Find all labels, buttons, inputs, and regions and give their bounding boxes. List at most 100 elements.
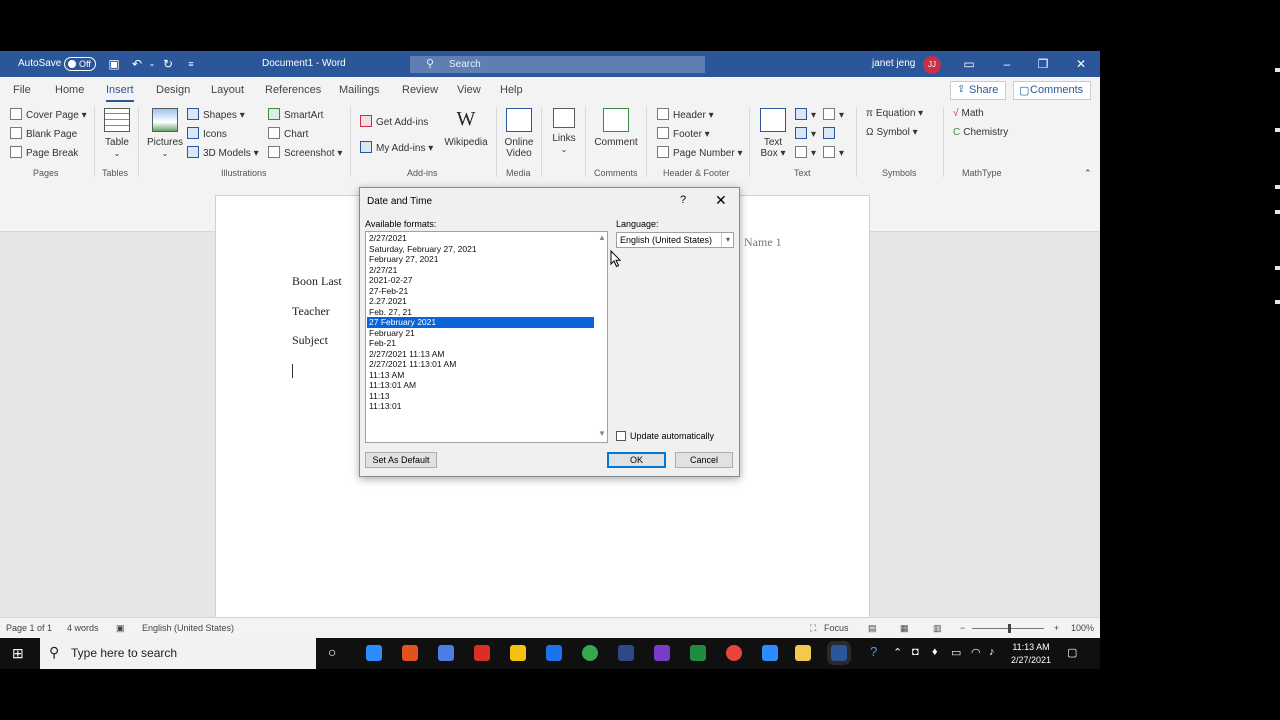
windows-start-icon[interactable]: ⊞ [12,645,24,662]
set-as-default-button[interactable]: Set As Default [365,452,437,468]
signature-line-button[interactable]: ▾ [823,108,844,121]
smartart-button[interactable]: SmartArt [268,108,323,121]
chrome-icon[interactable] [582,645,598,661]
onenote-icon[interactable] [654,645,670,661]
page-count[interactable]: Page 1 of 1 [6,623,52,633]
gmail-icon[interactable] [474,645,490,661]
format-option[interactable]: 11:13:01 AM [367,380,594,391]
format-option[interactable]: Saturday, February 27, 2021 [367,244,594,255]
ok-button[interactable]: OK [607,452,666,468]
format-option[interactable]: 2021-02-27 [367,275,594,286]
battery-icon[interactable]: ▭ [951,646,961,659]
format-option[interactable]: Feb. 27, 21 [367,307,594,318]
format-option[interactable]: February 27, 2021 [367,254,594,265]
format-option[interactable]: February 21 [367,328,594,339]
format-option[interactable]: 27-Feb-21 [367,286,594,297]
zoom-app-icon[interactable] [366,645,382,661]
format-option[interactable]: 2/27/21 [367,265,594,276]
footer-button[interactable]: Footer ▾ [657,127,710,140]
desmos-icon[interactable] [546,645,562,661]
new-comment-button[interactable]: Comment [592,108,640,148]
zoom-level[interactable]: 100% [1071,623,1094,633]
dialog-close-icon[interactable]: ✕ [715,192,727,209]
taskbar-search[interactable]: ⚲ Type here to search [40,638,316,669]
page-break-button[interactable]: Page Break [10,146,78,159]
app-icon[interactable] [402,645,418,661]
language-select[interactable]: English (United States) ▾ [616,232,734,248]
chart-button[interactable]: Chart [268,127,308,140]
screenshot-button[interactable]: Screenshot ▾ [268,146,342,159]
wifi-icon[interactable]: ◠ [971,646,981,659]
object-button[interactable]: ▾ [823,146,844,159]
formats-listbox[interactable]: 2/27/2021 Saturday, February 27, 2021 Febr… [365,231,608,443]
symbol-button[interactable]: Ω Symbol ▾ [866,127,918,138]
blank-page-button[interactable]: Blank Page [10,127,77,140]
zoom-out-icon[interactable]: − [960,623,965,633]
web-layout-icon[interactable]: ▥ [933,623,942,634]
zoom-in-icon[interactable]: + [1054,623,1059,633]
wordart-button[interactable]: ▾ [795,127,816,140]
chrome-profile-icon[interactable] [726,645,742,661]
header-button[interactable]: Header ▾ [657,108,714,121]
format-option[interactable]: 2/27/2021 11:13:01 AM [367,359,594,370]
table-button[interactable]: Table ⌄ [102,108,132,159]
cover-page-button[interactable]: Cover Page ▾ [10,108,87,121]
format-option[interactable]: 11:13 AM [367,370,594,381]
language-status[interactable]: English (United States) [142,623,234,633]
help-button[interactable]: ? [680,194,686,206]
icons-button[interactable]: Icons [187,127,227,140]
shapes-button[interactable]: Shapes ▾ [187,108,245,121]
my-addins-button[interactable]: My Add-ins ▾ [360,141,433,154]
update-automatically-label[interactable]: Update automatically [630,431,714,441]
format-option[interactable]: 2/27/2021 [367,233,594,244]
notifications-icon[interactable]: ▢ [1067,646,1077,659]
format-option[interactable]: 11:13:01 [367,401,594,412]
text-box-button[interactable]: Text Box ▾ [757,108,789,159]
format-option[interactable]: 2/27/2021 11:13 AM [367,349,594,360]
date-time-button[interactable] [823,127,839,140]
cortana-icon[interactable]: ○ [328,644,336,660]
cancel-button[interactable]: Cancel [675,452,733,468]
app-icon[interactable] [618,645,634,661]
format-option[interactable]: 2.27.2021 [367,296,594,307]
available-formats-label: Available formats: [365,219,437,229]
collapse-ribbon-icon[interactable]: ⌃ [1084,168,1092,179]
print-layout-icon[interactable]: ▦ [900,623,909,634]
zoom-slider-thumb[interactable] [1008,624,1011,633]
format-option[interactable]: 11:13 [367,391,594,402]
format-option[interactable]: Feb-21 [367,338,594,349]
3d-models-button[interactable]: 3D Models ▾ [187,146,259,159]
word-count[interactable]: 4 words [67,623,99,633]
file-explorer-icon[interactable] [795,645,811,661]
show-hidden-icons-icon[interactable]: ⌃ [893,646,902,659]
help-icon[interactable]: ? [870,644,877,659]
get-addins-button[interactable]: Get Add-ins [360,115,428,128]
focus-button[interactable]: Focus [824,623,849,633]
format-option[interactable]: 27 February 2021 [366,316,595,329]
formats-scrollbar[interactable]: ▲ ▼ [595,232,607,442]
links-button[interactable]: Links ⌄ [548,108,580,155]
volume-icon[interactable]: ♪ [989,646,995,658]
scroll-down-icon[interactable]: ▼ [598,429,606,438]
google-sheets-icon[interactable] [690,645,706,661]
chemistry-button[interactable]: C Chemistry [953,127,1008,138]
google-docs-icon[interactable] [438,645,454,661]
sticky-notes-icon[interactable] [510,645,526,661]
update-automatically-checkbox[interactable] [616,431,626,441]
zoom-meeting-icon[interactable] [762,645,778,661]
online-video-button[interactable]: Online Video [502,108,536,159]
clock[interactable]: 11:13 AM 2/27/2021 [1010,641,1052,667]
wikipedia-button[interactable]: W Wikipedia [444,108,488,148]
proofing-icon[interactable]: ▣ [116,623,125,634]
microphone-icon[interactable]: ♦ [932,646,938,658]
scroll-up-icon[interactable]: ▲ [598,233,606,242]
pictures-button[interactable]: Pictures ⌄ [146,108,184,159]
math-button[interactable]: √ Math [953,108,984,119]
read-mode-icon[interactable]: ▤ [868,623,877,634]
camera-icon[interactable]: ◘ [912,646,919,658]
drop-cap-button[interactable]: ▾ [795,146,816,159]
quick-parts-button[interactable]: ▾ [795,108,816,121]
word-taskbar-icon[interactable] [831,645,847,661]
equation-button[interactable]: π Equation ▾ [866,108,923,119]
page-number-button[interactable]: Page Number ▾ [657,146,743,159]
